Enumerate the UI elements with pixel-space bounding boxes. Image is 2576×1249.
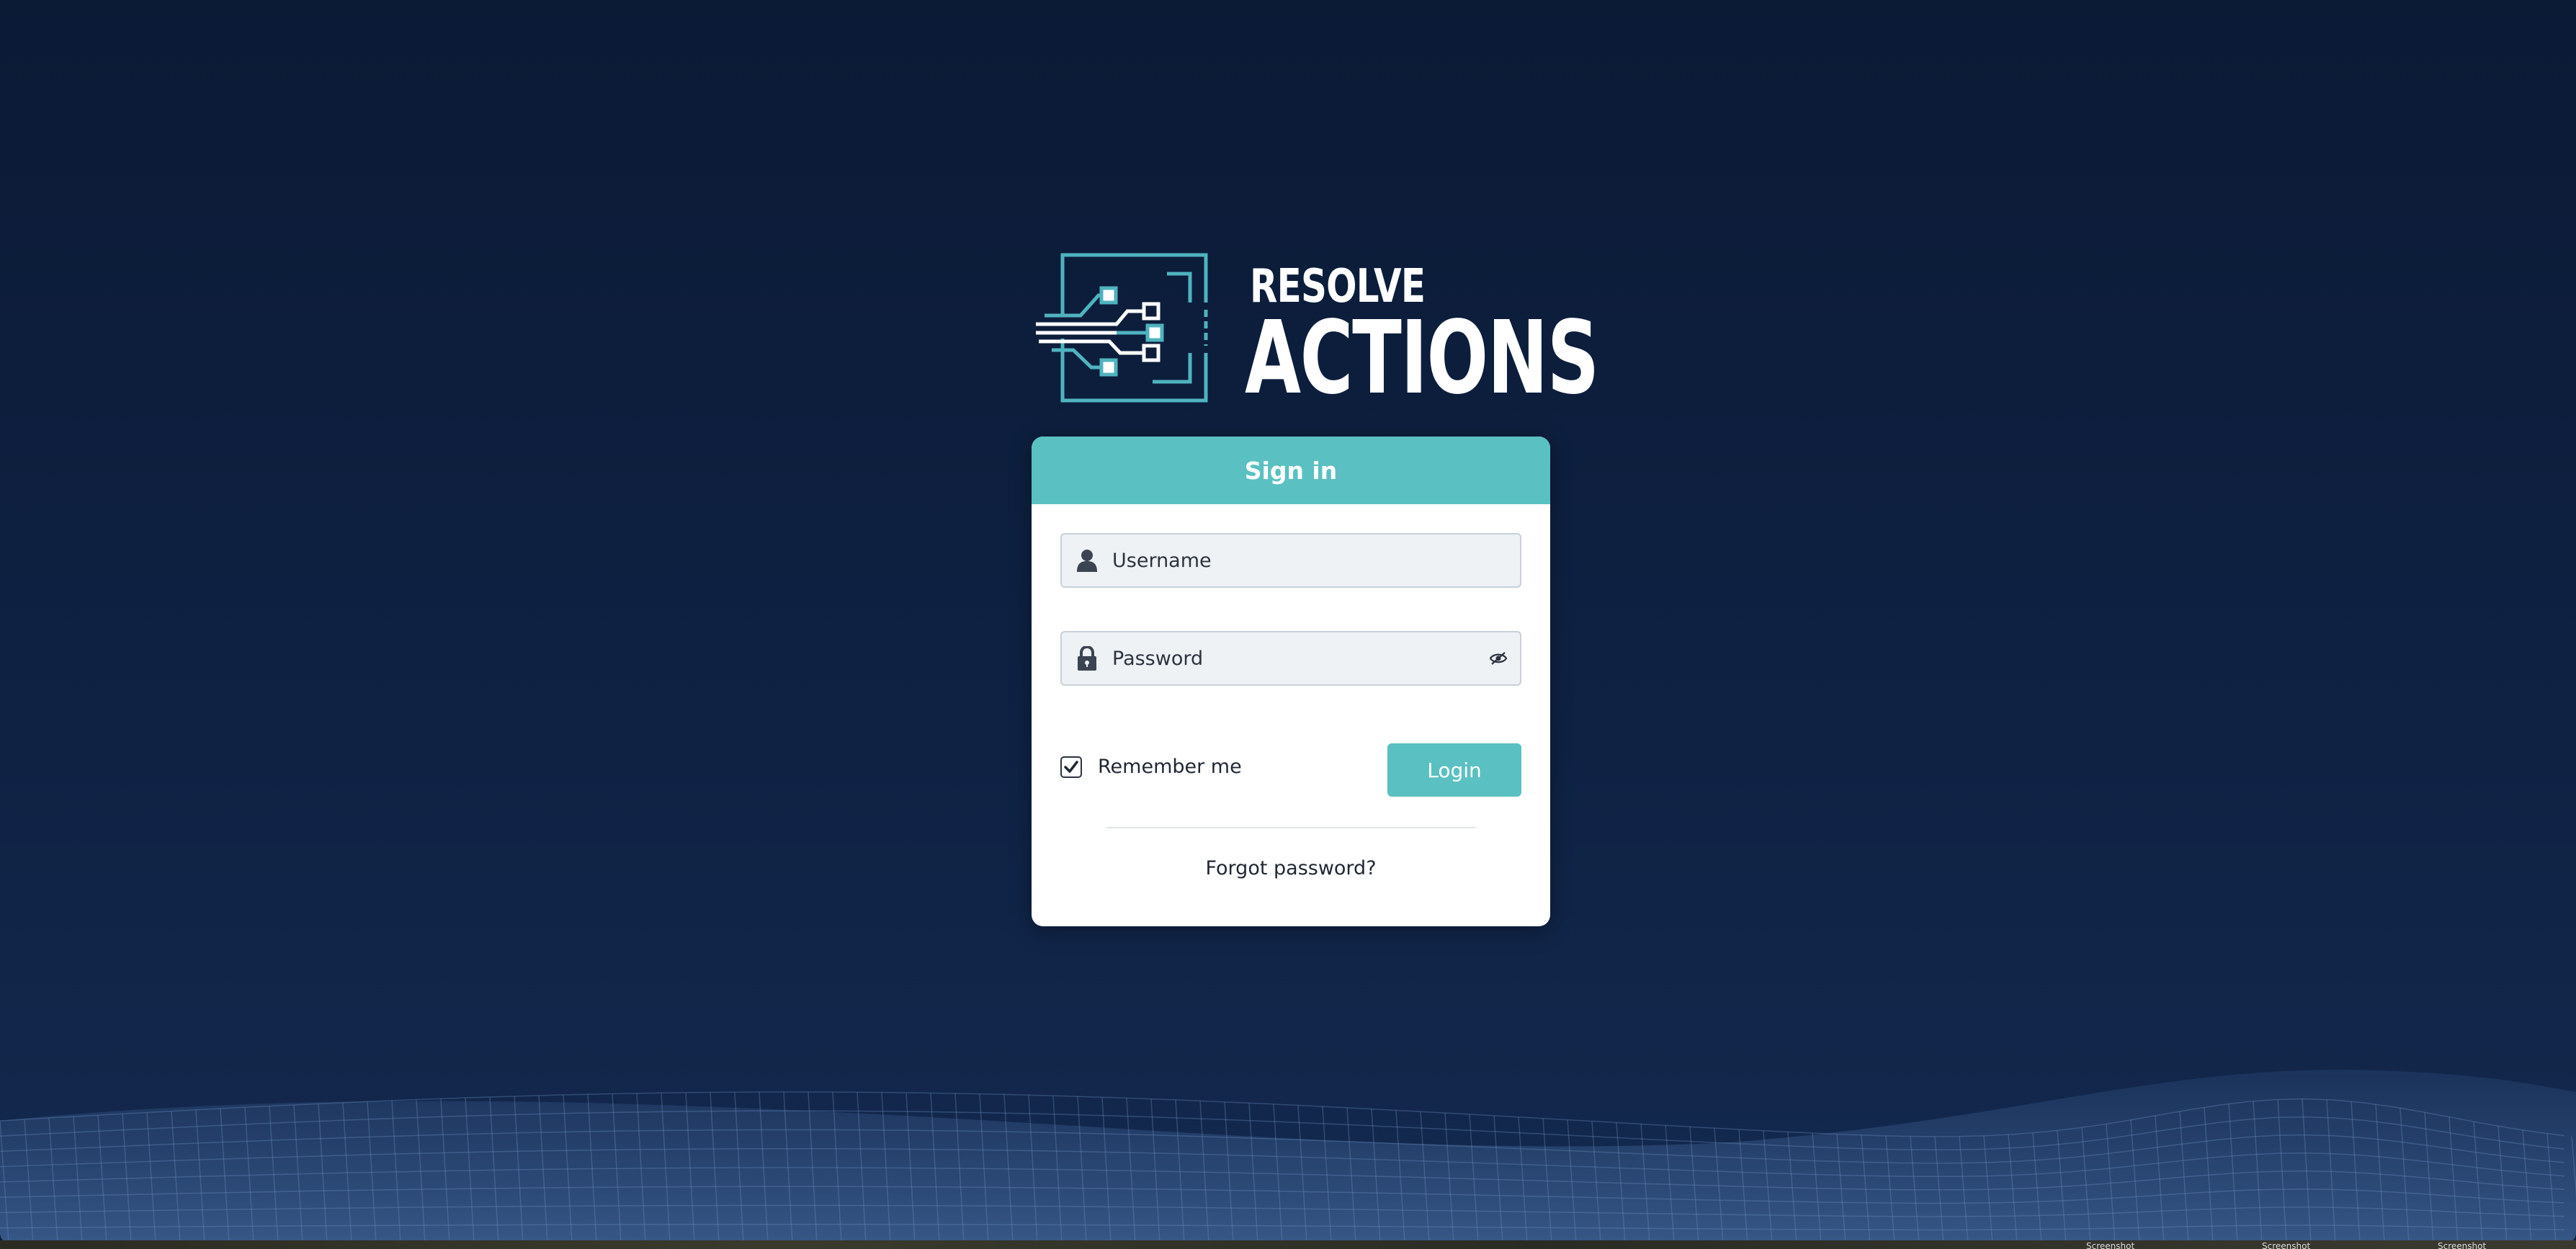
forgot-password-link[interactable]: Forgot password? [1032,857,1550,879]
remember-me[interactable]: Remember me [1060,756,1242,778]
dock-label: Screenshot [2262,1241,2311,1249]
lock-icon [1062,646,1112,671]
login-button[interactable]: Login [1387,743,1521,797]
brand-name-bottom: ACTIONS [1245,300,1599,417]
divider [1106,827,1475,828]
check-icon [1064,760,1078,773]
desktop-strip [0,1240,2576,1249]
wave-mesh-decoration [0,1070,2576,1243]
signin-header: Sign in [1032,437,1550,504]
dock-label: Screenshot [2086,1241,2135,1249]
signin-card: Sign in Username Remember me Login Forgo… [1032,437,1550,926]
user-icon [1062,549,1112,572]
remember-label: Remember me [1098,756,1242,778]
username-input[interactable] [1112,539,1520,582]
password-input[interactable] [1112,637,1477,680]
eye-slash-icon[interactable] [1477,651,1520,666]
username-field[interactable] [1060,533,1521,588]
remember-checkbox[interactable] [1060,756,1082,778]
signin-title: Sign in [1244,456,1338,485]
circuit-logo-icon [1036,253,1208,403]
brand-logo: RESOLVE ACTIONS [1030,252,1599,409]
password-field[interactable] [1060,631,1521,686]
dock-label: Screenshot [2438,1241,2487,1249]
